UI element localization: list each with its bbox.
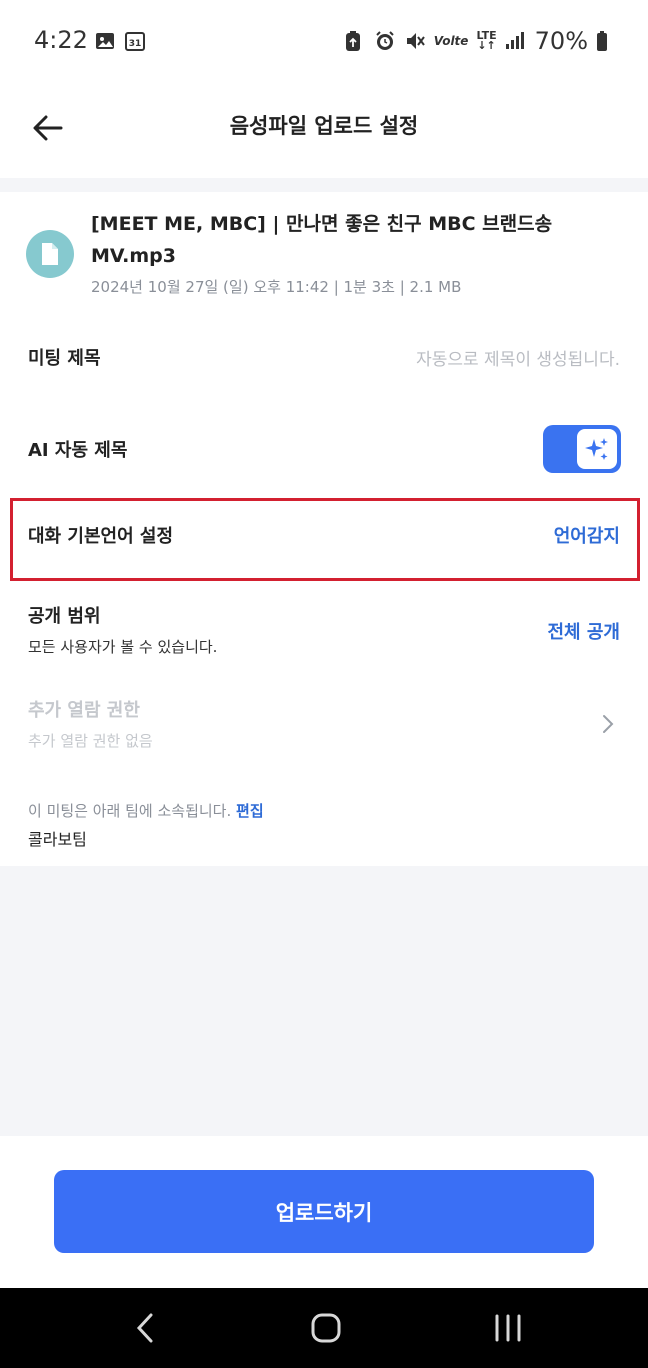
calendar-day: 31 — [129, 39, 142, 49]
meeting-title-input[interactable]: 자동으로 제목이 생성됩니다. — [416, 345, 620, 370]
section-divider — [0, 178, 648, 192]
team-note: 이 미팅은 아래 팀에 소속됩니다. 편집 — [28, 800, 264, 821]
meeting-title-label: 미팅 제목 — [28, 348, 101, 369]
team-edit-link[interactable]: 편집 — [236, 802, 264, 820]
visibility-value-link[interactable]: 전체 공개 — [547, 618, 620, 644]
meeting-title-row[interactable]: 미팅 제목 자동으로 제목이 생성됩니다. — [0, 344, 648, 374]
ai-auto-title-row: AI 자동 제목 — [0, 425, 648, 473]
visibility-description: 모든 사용자가 볼 수 있습니다. — [28, 638, 218, 656]
file-name: [MEET ME, MBC] | 만나면 좋은 친구 MBC 브랜드송 MV.m… — [91, 213, 553, 267]
status-time: 4:22 — [34, 26, 88, 54]
alarm-icon — [374, 30, 396, 52]
team-name: 콜라보팀 — [28, 830, 87, 849]
calendar-icon: 31 — [124, 30, 146, 52]
battery-icon — [596, 30, 618, 52]
sparkle-icon — [577, 429, 617, 469]
status-right-icons: Volte LTE ↓↑ 70% — [344, 27, 618, 55]
visibility-label: 공개 범위 — [28, 606, 101, 627]
upload-button[interactable]: 업로드하기 — [54, 1170, 594, 1253]
file-meta: 2024년 10월 27일 (일) 오후 11:42 | 1분 3초 | 2.1… — [91, 278, 462, 296]
nav-back-icon — [136, 1313, 153, 1343]
lte-icon: LTE ↓↑ — [476, 29, 497, 52]
chevron-right-icon[interactable] — [600, 712, 616, 736]
extra-permission-label: 추가 열람 권한 — [28, 700, 140, 721]
bottom-action-area: 업로드하기 — [0, 1136, 648, 1288]
page-title: 음성파일 업로드 설정 — [229, 114, 419, 138]
battery-percent: 70% — [534, 27, 588, 55]
top-bar: 음성파일 업로드 설정 — [0, 86, 648, 178]
visibility-row[interactable]: 공개 범위 모든 사용자가 볼 수 있습니다. 전체 공개 — [0, 602, 648, 662]
empty-area — [0, 866, 648, 1136]
nav-recents-icon — [495, 1314, 521, 1342]
nav-home-button[interactable] — [296, 1308, 356, 1348]
status-bar: 4:22 31 Volte LTE ↓↑ 70% — [0, 0, 648, 86]
extra-permission-description: 추가 열람 권한 없음 — [28, 732, 153, 750]
extra-permission-row[interactable]: 추가 열람 권한 추가 열람 권한 없음 — [0, 696, 648, 756]
language-row[interactable]: 대화 기본언어 설정 언어감지 — [0, 522, 648, 552]
document-icon — [26, 230, 74, 278]
language-detect-link[interactable]: 언어감지 — [554, 522, 620, 548]
system-nav-bar — [0, 1288, 648, 1368]
ai-auto-title-label: AI 자동 제목 — [28, 440, 128, 461]
ai-auto-title-toggle[interactable] — [543, 425, 621, 473]
signal-icon — [505, 30, 527, 52]
status-left-icons: 31 — [94, 30, 146, 52]
gallery-icon — [94, 30, 116, 52]
mute-icon — [404, 30, 426, 52]
nav-home-icon — [311, 1313, 341, 1343]
volte-icon: Volte — [433, 34, 469, 48]
nav-back-button[interactable] — [115, 1308, 175, 1348]
team-note-text: 이 미팅은 아래 팀에 소속됩니다. — [28, 802, 232, 820]
nav-recents-button[interactable] — [478, 1308, 538, 1348]
battery-saver-icon — [344, 30, 366, 52]
language-label: 대화 기본언어 설정 — [28, 526, 174, 547]
